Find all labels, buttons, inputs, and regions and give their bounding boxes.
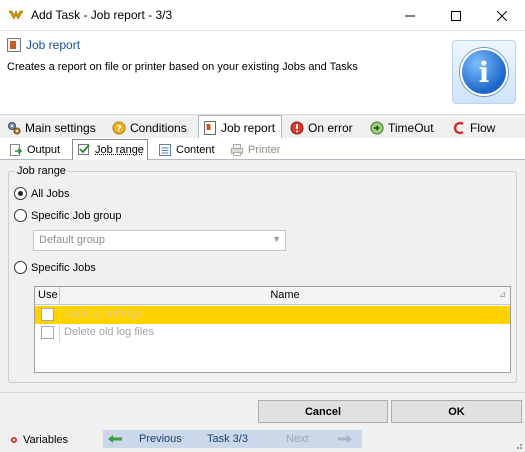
tab-label: Flow — [470, 121, 496, 135]
radio-label: Specific Jobs — [31, 261, 96, 274]
column-header-name-label: Name — [270, 289, 300, 301]
error-icon — [290, 121, 304, 135]
column-header-use: Use — [35, 287, 60, 305]
task-header: Job report Creates a report on file or p… — [0, 31, 525, 113]
job-range-group: Job range All Jobs Specific Job group De… — [8, 165, 517, 383]
jobs-grid: Use Name ⊿ Backup settings Delete old lo… — [34, 286, 511, 373]
radio-button[interactable] — [14, 261, 27, 274]
tab-label: Main settings — [25, 121, 96, 135]
task-position-label: Task 3/3 — [207, 433, 248, 445]
minimize-button[interactable] — [387, 0, 433, 31]
tab-flow[interactable]: Flow — [448, 117, 508, 139]
radio-all-jobs[interactable]: All Jobs — [14, 187, 70, 200]
job-name: Delete old log files — [64, 326, 154, 338]
grid-header: Use Name ⊿ — [35, 287, 510, 305]
job-range-panel: Job range All Jobs Specific Job group De… — [0, 160, 525, 392]
content-icon — [159, 143, 171, 156]
ok-button[interactable]: OK — [391, 400, 522, 423]
tab-label: Conditions — [130, 121, 187, 135]
radio-label: All Jobs — [31, 187, 70, 200]
use-checkbox[interactable] — [41, 326, 54, 339]
maximize-icon — [451, 10, 461, 21]
tab-timeout[interactable]: TimeOut — [366, 117, 442, 139]
tab-label: Job report — [221, 120, 276, 135]
tab-content[interactable]: Content — [154, 140, 222, 159]
tab-output[interactable]: Output — [5, 140, 69, 159]
previous-label: Previous — [139, 433, 182, 445]
chevron-down-icon: ▼ — [272, 234, 281, 244]
next-label: Next — [286, 433, 309, 445]
maximize-button[interactable] — [433, 0, 479, 31]
close-button[interactable] — [479, 0, 525, 31]
svg-text:?: ? — [116, 125, 121, 135]
job-group-select: Default group ▼ — [33, 230, 286, 251]
conditions-icon: ? — [112, 121, 126, 135]
job-name: Backup settings — [64, 308, 142, 320]
next-button: Next — [285, 430, 362, 448]
tab-printer: Printer — [226, 140, 286, 159]
main-tab-bar: Main settings ? Conditions Job report On… — [0, 114, 525, 139]
tab-label: TimeOut — [388, 121, 434, 135]
arrow-right-icon — [337, 435, 352, 443]
arrow-left-icon — [108, 435, 122, 443]
job-report-icon — [204, 120, 216, 135]
close-icon — [497, 10, 507, 21]
app-logo-icon — [8, 10, 24, 20]
window-title: Add Task - Job report - 3/3 — [31, 8, 173, 22]
table-row[interactable]: Backup settings — [35, 306, 510, 324]
use-cell — [35, 324, 60, 342]
radio-specific-jobs[interactable]: Specific Jobs — [14, 261, 96, 274]
minimize-icon — [405, 15, 415, 16]
tab-conditions[interactable]: ? Conditions — [108, 117, 196, 139]
group-legend: Job range — [15, 165, 68, 177]
tab-label: On error — [308, 121, 353, 135]
dialog-footer: Cancel OK — [0, 392, 525, 428]
tab-label: Printer — [248, 143, 281, 156]
task-title: Job report — [26, 38, 81, 52]
cancel-button[interactable]: Cancel — [258, 400, 388, 423]
variables-icon — [11, 437, 17, 443]
radio-button[interactable] — [14, 187, 27, 200]
use-checkbox[interactable] — [41, 308, 54, 321]
radio-button[interactable] — [14, 209, 27, 222]
previous-button[interactable]: Previous — [103, 430, 205, 448]
info-icon: i — [452, 40, 516, 104]
job-report-icon — [7, 38, 21, 52]
sub-tab-bar: Output Job range Content Printer — [0, 138, 525, 160]
variables-button[interactable]: Variables — [10, 431, 68, 449]
use-cell — [35, 306, 60, 324]
table-row[interactable]: Delete old log files — [35, 324, 510, 342]
tab-on-error[interactable]: On error — [286, 117, 362, 139]
tab-label: Job range — [95, 144, 144, 156]
flow-icon — [453, 121, 464, 135]
resize-grip-icon[interactable] — [513, 440, 523, 450]
radio-label: Specific Job group — [31, 209, 122, 222]
title-bar: Add Task - Job report - 3/3 — [0, 0, 525, 31]
job-group-value: Default group — [39, 234, 106, 246]
timeout-icon — [370, 121, 384, 135]
job-range-icon — [78, 144, 90, 155]
task-description: Creates a report on file or printer base… — [7, 61, 358, 73]
column-header-name[interactable]: Name ⊿ — [60, 287, 510, 305]
tab-label: Output — [27, 143, 61, 156]
sort-icon: ⊿ — [498, 289, 506, 299]
output-icon — [10, 143, 23, 156]
tab-job-range[interactable]: Job range — [72, 139, 148, 160]
tab-label: Content — [176, 143, 215, 156]
radio-specific-job-group[interactable]: Specific Job group — [14, 209, 122, 222]
tab-job-report[interactable]: Job report — [198, 115, 282, 139]
variables-label: Variables — [23, 434, 69, 446]
printer-icon — [231, 143, 243, 156]
tab-main-settings[interactable]: Main settings — [3, 117, 107, 139]
gears-icon — [8, 122, 21, 135]
